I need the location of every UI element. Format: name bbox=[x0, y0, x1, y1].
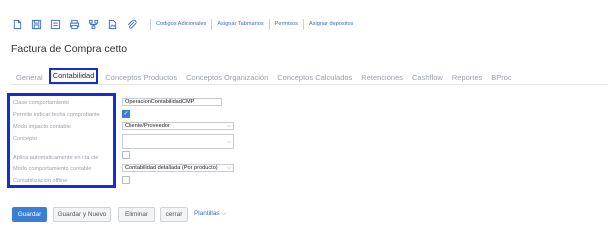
label-clase-comportamiento: Clase comportamiento bbox=[13, 100, 69, 106]
save-and-new-button[interactable]: Guardar y Nuevo bbox=[53, 207, 111, 222]
close-button[interactable]: cerrar bbox=[160, 207, 188, 222]
toolbar-separator bbox=[150, 18, 151, 30]
save-alt-icon[interactable] bbox=[48, 17, 62, 31]
toolbar-separator bbox=[302, 18, 304, 30]
chevron-down-icon: ⌵ bbox=[226, 123, 231, 129]
modo-comportamiento-contable-select[interactable]: Contabilidad detallada (Por producto) ⌵ bbox=[122, 164, 234, 172]
label-concepto: Concepto bbox=[13, 136, 37, 142]
modo-impacto-contable-select[interactable]: Cliente/Proveedor ⌵ bbox=[122, 122, 234, 130]
chevron-down-icon: ⌵ bbox=[221, 210, 227, 217]
hierarchy-icon[interactable] bbox=[86, 17, 100, 31]
modo-impacto-contable-value: Cliente/Proveedor bbox=[125, 123, 170, 129]
tab-conceptos-calculados[interactable]: Conceptos Calculados bbox=[277, 73, 352, 82]
chevron-down-icon: ⌵ bbox=[226, 139, 231, 145]
tab-bar: General Contabilidad Conceptos Productos… bbox=[16, 68, 521, 85]
tab-retenciones[interactable]: Retenciones bbox=[361, 73, 403, 82]
delete-button[interactable]: Eliminar bbox=[118, 207, 155, 222]
tab-cashflow[interactable]: Cashflow bbox=[412, 73, 443, 82]
contabilizacion-offline-checkbox[interactable] bbox=[122, 176, 130, 184]
templates-label: Plantillas bbox=[194, 210, 220, 217]
tab-bproc[interactable]: BProc bbox=[491, 73, 511, 82]
image-icon[interactable] bbox=[105, 17, 119, 31]
save-icon[interactable] bbox=[29, 17, 43, 31]
label-modo-impacto-contable: Modo impacto contable bbox=[13, 124, 71, 130]
permite-indicar-fecha-checkbox[interactable]: ✓ bbox=[122, 110, 130, 118]
tab-general[interactable]: General bbox=[16, 73, 43, 82]
save-button[interactable]: Guardar bbox=[12, 207, 47, 222]
toolbar-separator bbox=[268, 18, 270, 30]
aplica-automaticamente-checkbox[interactable] bbox=[122, 151, 130, 159]
tab-conceptos-organizacion[interactable]: Conceptos Organización bbox=[186, 73, 268, 82]
modo-comportamiento-contable-value: Contabilidad detallada (Por producto) bbox=[125, 165, 218, 171]
label-modo-comportamiento-contable: Modo comportamiento contable bbox=[13, 166, 92, 172]
link-asignar-depositos[interactable]: Asignar depositos bbox=[309, 21, 353, 27]
link-permisos[interactable]: Permisos bbox=[275, 21, 298, 27]
tabs-divider bbox=[11, 84, 608, 85]
tab-reportes[interactable]: Reportes bbox=[452, 73, 482, 82]
link-codigos-adicionales[interactable]: Codigos Adicionales bbox=[156, 21, 206, 27]
print-icon[interactable] bbox=[67, 17, 81, 31]
tab-conceptos-productos[interactable]: Conceptos Productos bbox=[105, 73, 177, 82]
chevron-down-icon: ⌵ bbox=[226, 165, 231, 171]
tab-contabilidad[interactable]: Contabilidad bbox=[48, 68, 99, 84]
templates-dropdown[interactable]: Plantillas ⌵ bbox=[194, 207, 226, 222]
label-permite-indicar-fecha: Permite indicar fecha comprobante bbox=[13, 112, 100, 118]
toolbar: Codigos Adicionales Asignar Tabmarios Pe… bbox=[10, 17, 353, 31]
page-title: Factura de Compra cetto bbox=[11, 43, 128, 55]
concepto-select[interactable]: ⌵ bbox=[122, 134, 234, 149]
new-document-icon[interactable] bbox=[10, 17, 24, 31]
link-asignar-tabmarios[interactable]: Asignar Tabmarios bbox=[217, 21, 263, 27]
label-aplica-automaticamente: Aplica automaticamente en cta cte bbox=[13, 155, 99, 161]
attachment-icon[interactable] bbox=[124, 17, 138, 31]
toolbar-separator bbox=[211, 18, 213, 30]
clase-comportamiento-field[interactable]: OperacionContabilidadCMP bbox=[122, 98, 222, 106]
label-contabilizacion-offline: Contabilizacion offline bbox=[13, 178, 68, 184]
